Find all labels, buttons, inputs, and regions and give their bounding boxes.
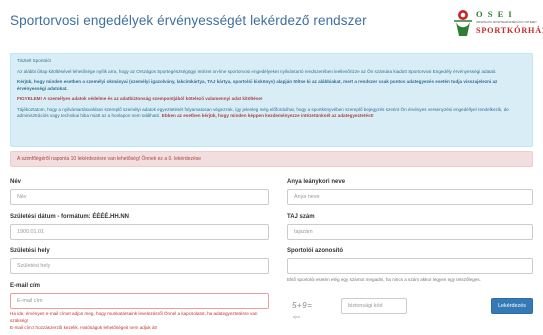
taj-input[interactable]: tajszám [287, 224, 533, 240]
page-header: Sportorvosi engedélyek érvényességét lek… [0, 0, 543, 48]
mother-name-label: Anya leánykori neve [287, 179, 346, 185]
captcha-text: 5+9= [292, 301, 313, 310]
info-paragraph-4-emphasis: Ebben az esetben kérjük, hogy minden kép… [161, 113, 374, 119]
query-limit-alert: A szimfőégéről naponta 10 lekérdezésre v… [10, 151, 533, 167]
osei-sportkorhaz-logo: O S E I ORSZÁGOS SPORTEGÉSZSÉGÜGYI INTÉZ… [452, 6, 543, 42]
email-error-message: Ha ide, érvényes e-mail címet adjon meg,… [10, 311, 258, 323]
birthplace-input[interactable]: Születési hely [10, 258, 269, 274]
info-greeting: Tisztelt Sportoló! [17, 58, 52, 63]
email-label: E-mail cím [10, 283, 41, 289]
page-title: Sportorvosi engedélyek érvényességét lek… [10, 13, 367, 28]
athlete-id-label: Sportolói azonosító [287, 248, 343, 254]
logo-subtitle: ORSZÁGOS SPORTEGÉSZSÉGÜGYI INTÉZET [476, 20, 537, 24]
captcha-refresh-link[interactable]: újra [293, 314, 300, 319]
birthplace-label: Születési hely [10, 248, 50, 254]
email-privacy-message: E-mail cím:t hozzászerzői kezelik, Hatós… [10, 325, 158, 330]
name-input[interactable]: Név [10, 189, 269, 205]
info-paragraph-2: Kérjük, hogy minden esetben a személyi o… [17, 79, 498, 91]
submit-button[interactable]: Lekérdezés [491, 298, 533, 314]
dob-label: Születési dátum - formátum: ÉÉÉÉ.HH.NN [10, 214, 130, 220]
captcha-image: 5+9= újra [288, 298, 320, 320]
logo-top-text: O S E I [476, 9, 514, 19]
captcha-input[interactable]: biztonsági kód [341, 298, 407, 314]
logo-main-text: SPORTKÓRHÁZ [476, 26, 543, 35]
taj-label: TAJ szám [287, 214, 315, 220]
info-alert: Tisztelt Sportoló! Az alábbi űrlap kitöl… [10, 53, 533, 147]
athlete-id-hint: Első sportolói esetén elég egy számot me… [287, 277, 481, 282]
emblem-icon [454, 10, 472, 36]
name-label: Név [10, 179, 22, 185]
info-warning: FIGYELEM! A személyes adatok védelme és … [17, 96, 263, 102]
info-paragraph-1: Az alábbi űrlap kitöltésével lehetősége … [17, 68, 497, 74]
info-paragraph-4: Tájékoztatom, hogy a nyilvántartásunkban… [17, 107, 526, 119]
mother-name-input[interactable]: Anya neve [287, 189, 533, 205]
dob-input[interactable]: 1900.01.01 [10, 224, 269, 240]
email-input[interactable]: E-mail cím [10, 293, 269, 309]
athlete-id-input[interactable] [287, 258, 533, 274]
